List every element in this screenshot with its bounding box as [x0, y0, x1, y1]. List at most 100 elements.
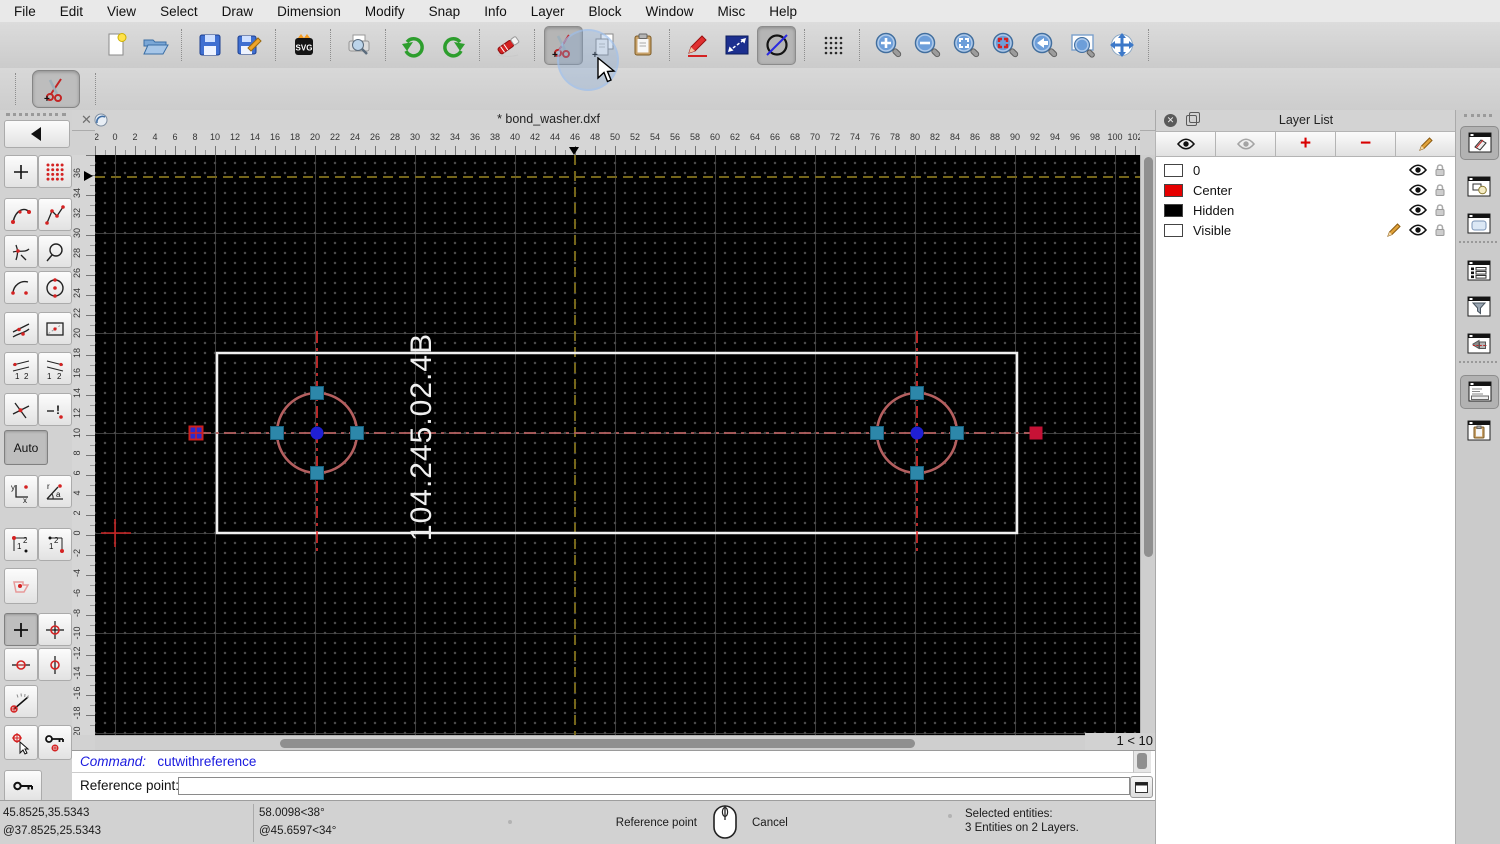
- layer-color-swatch[interactable]: [1164, 184, 1183, 197]
- corner-ordinal-2-button[interactable]: 12: [38, 528, 72, 561]
- menu-help[interactable]: Help: [769, 4, 797, 19]
- library-browser-panel-button[interactable]: [1460, 208, 1497, 240]
- undo-button[interactable]: [395, 27, 432, 64]
- clipboard-panel-button[interactable]: [1460, 415, 1497, 447]
- lock-relative-zero-button[interactable]: [4, 770, 42, 802]
- zoom-out-button[interactable]: [908, 27, 945, 64]
- show-all-layers-button[interactable]: [1155, 131, 1216, 157]
- coord-cartesian-button[interactable]: yx: [4, 475, 38, 508]
- layer-edit-pencil-icon[interactable]: [1386, 222, 1402, 238]
- order-1-2-button[interactable]: 12: [4, 352, 38, 385]
- menu-view[interactable]: View: [107, 4, 136, 19]
- add-layer-button[interactable]: +: [1275, 131, 1336, 157]
- layer-color-swatch[interactable]: [1164, 164, 1183, 177]
- layer-list-panel-button[interactable]: [1460, 126, 1499, 160]
- snap-intersection-auto-button[interactable]: [4, 393, 38, 426]
- snap-angle-gauge-button[interactable]: [4, 685, 38, 718]
- redo-button[interactable]: [434, 27, 471, 64]
- snap-free-button[interactable]: [4, 613, 38, 646]
- save-button[interactable]: [191, 27, 228, 64]
- hide-all-layers-button[interactable]: [1215, 131, 1276, 157]
- menu-draw[interactable]: Draw: [222, 4, 254, 19]
- layer-lock-icon[interactable]: [1434, 163, 1446, 177]
- export-svg-button[interactable]: SVG: [285, 27, 322, 64]
- menu-dimension[interactable]: Dimension: [277, 4, 341, 19]
- washer-outline-rect[interactable]: [217, 353, 1017, 533]
- draw-point-button[interactable]: [4, 155, 38, 188]
- vscroll-thumb[interactable]: [1144, 157, 1153, 557]
- draw-tangent-lines-button[interactable]: [4, 312, 38, 345]
- save-as-button[interactable]: [230, 27, 267, 64]
- command-history-scrollbar[interactable]: [1133, 751, 1151, 773]
- snap-grid-toggle-button[interactable]: [814, 27, 851, 64]
- entity-list-panel-button[interactable]: [1460, 255, 1497, 287]
- menu-block[interactable]: Block: [589, 4, 622, 19]
- draw-tangent-fork-button[interactable]: [4, 235, 38, 268]
- zoom-in-button[interactable]: [869, 27, 906, 64]
- new-file-button[interactable]: [97, 27, 134, 64]
- paste-button[interactable]: [624, 27, 661, 64]
- open-file-button[interactable]: [136, 27, 173, 64]
- menu-snap[interactable]: Snap: [429, 4, 461, 19]
- drawing-canvas[interactable]: 104.245.02.4B: [95, 155, 1140, 735]
- menu-edit[interactable]: Edit: [60, 4, 83, 19]
- pen-selection-panel-button[interactable]: [1460, 328, 1497, 360]
- cut-with-reference-tool-button[interactable]: +: [32, 70, 80, 108]
- zoom-auto-button[interactable]: [947, 27, 984, 64]
- layer-visibility-eye-icon[interactable]: [1409, 204, 1427, 216]
- circle-tool-button[interactable]: [757, 26, 796, 65]
- zoom-previous-button[interactable]: [1025, 27, 1062, 64]
- zoom-pan-button[interactable]: [1103, 27, 1140, 64]
- snap-exclusive-button[interactable]: !: [38, 393, 72, 426]
- layer-visibility-eye-icon[interactable]: [1409, 164, 1427, 176]
- snap-on-entity-button[interactable]: [38, 648, 72, 681]
- draw-spline-points-button[interactable]: [4, 198, 38, 231]
- delete-entities-button[interactable]: [489, 27, 526, 64]
- selection-filter-panel-button[interactable]: [1460, 291, 1497, 323]
- draw-polyline-points-button[interactable]: [38, 198, 72, 231]
- layer-color-swatch[interactable]: [1164, 204, 1183, 217]
- menu-file[interactable]: File: [14, 4, 36, 19]
- menu-modify[interactable]: Modify: [365, 4, 405, 19]
- coord-polar-button[interactable]: ra: [38, 475, 72, 508]
- hscroll-thumb[interactable]: [280, 739, 915, 748]
- layer-lock-icon[interactable]: [1434, 203, 1446, 217]
- layer-lock-icon[interactable]: [1434, 223, 1446, 237]
- layer-visibility-eye-icon[interactable]: [1409, 184, 1427, 196]
- print-preview-button[interactable]: [340, 27, 377, 64]
- drawing-text-label[interactable]: 104.245.02.4B: [405, 333, 438, 541]
- menu-window[interactable]: Window: [646, 4, 694, 19]
- menu-layer[interactable]: Layer: [531, 4, 565, 19]
- menu-info[interactable]: Info: [484, 4, 507, 19]
- layer-visibility-eye-icon[interactable]: [1409, 224, 1427, 236]
- zoom-selected-button[interactable]: [986, 27, 1023, 64]
- vertical-scrollbar[interactable]: [1140, 155, 1156, 735]
- command-dock-button[interactable]: [1130, 776, 1153, 798]
- edit-attributes-button[interactable]: [679, 27, 716, 64]
- layer-lock-icon[interactable]: [1434, 183, 1446, 197]
- layer-row-center[interactable]: Center: [1156, 180, 1456, 200]
- layer-row-hidden[interactable]: Hidden: [1156, 200, 1456, 220]
- back-button[interactable]: [4, 120, 70, 148]
- draw-arc-point-button[interactable]: [4, 271, 38, 304]
- draw-circle-tail-button[interactable]: [38, 235, 72, 268]
- remove-layer-button[interactable]: −: [1335, 131, 1396, 157]
- layer-row-0[interactable]: 0: [1156, 160, 1456, 180]
- measure-distance-button[interactable]: [718, 27, 755, 64]
- snap-grid-cross-button[interactable]: [38, 613, 72, 646]
- block-list-panel-button[interactable]: [1460, 171, 1497, 203]
- menu-misc[interactable]: Misc: [718, 4, 746, 19]
- layer-color-swatch[interactable]: [1164, 224, 1183, 237]
- horizontal-scrollbar[interactable]: [95, 735, 1085, 751]
- order-2-1-button[interactable]: 12: [38, 352, 72, 385]
- draw-rect-diagonal-button[interactable]: [38, 312, 72, 345]
- dock-drag-handle[interactable]: [1464, 114, 1492, 117]
- menu-select[interactable]: Select: [160, 4, 198, 19]
- palette-drag-handle[interactable]: [6, 113, 66, 116]
- select-contour-button[interactable]: [4, 568, 38, 604]
- modify-layer-button[interactable]: [1395, 131, 1456, 157]
- draw-points-grid-button[interactable]: [38, 155, 72, 188]
- snap-auto-button[interactable]: Auto: [4, 430, 48, 465]
- command-line-panel-button[interactable]: [1460, 375, 1499, 409]
- command-input[interactable]: [178, 777, 1130, 795]
